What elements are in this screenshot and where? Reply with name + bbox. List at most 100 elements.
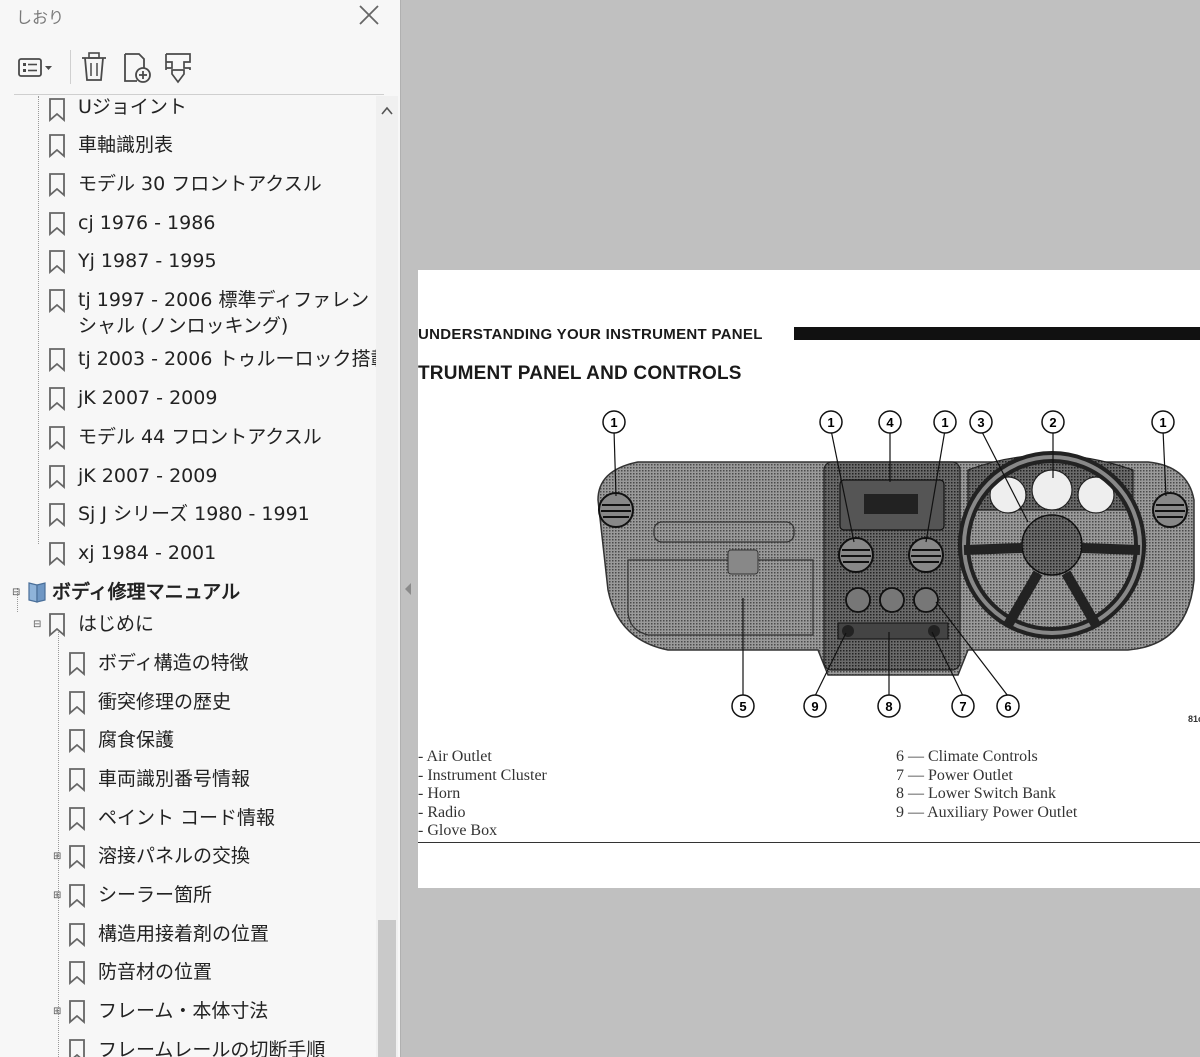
page-divider	[418, 842, 1200, 843]
bookmark-icon	[69, 884, 85, 908]
bookmark-label: ボディ修理マニュアル	[52, 581, 241, 603]
toolbar-separator	[70, 50, 71, 84]
collapse-toggle[interactable]: ⊟	[12, 588, 22, 598]
bookmark-icon	[69, 1039, 85, 1057]
scroll-thumb[interactable]	[378, 920, 396, 1057]
section-header: UNDERSTANDING YOUR INSTRUMENT PANEL	[418, 326, 763, 343]
bookmark-label: モデル 30 フロントアクスル	[78, 173, 322, 195]
expand-toggle[interactable]: ⊞	[53, 1007, 63, 1017]
bookmark-label: 車両識別番号情報	[98, 768, 251, 790]
close-panel-button[interactable]	[356, 2, 382, 28]
callout-8: 8	[877, 694, 901, 718]
collapse-arrow-icon[interactable]	[405, 583, 411, 595]
callout-label: 6	[1004, 699, 1011, 714]
new-bookmark-button[interactable]	[120, 50, 156, 86]
new-bookmark-icon	[124, 53, 151, 83]
bookmark-item[interactable]: cj 1976 - 1986	[0, 208, 376, 244]
panel-splitter[interactable]	[400, 0, 417, 1057]
legend-item: 8 — Lower Switch Bank	[896, 785, 1056, 802]
air-outlet-center-left	[838, 537, 874, 573]
bookmark-tree: Uジョイント 車軸識別表 モデル 30 フロントアクスル cj 1976 - 1…	[0, 96, 376, 1057]
legend-right: 6 — Climate Controls 7 — Power Outlet 8 …	[896, 748, 1077, 822]
bookmark-icon	[49, 98, 65, 122]
bookmark-item[interactable]: ボディ構造の特徴	[0, 648, 376, 684]
delete-bookmark-button[interactable]	[78, 50, 114, 86]
bookmark-item[interactable]: 衝突修理の歴史	[0, 687, 376, 723]
find-current-bookmark-button[interactable]	[160, 50, 196, 86]
bookmark-icon	[69, 729, 85, 753]
bookmark-label: 腐食保護	[98, 729, 175, 751]
bookmark-item[interactable]: 防音材の位置	[0, 957, 376, 993]
callout-9: 9	[803, 694, 827, 718]
bookmark-label: ボディ構造の特徴	[98, 652, 249, 674]
callout-label: 1	[941, 415, 948, 430]
bookmark-label: 車軸識別表	[78, 134, 174, 156]
bookmark-label: ペイント コード情報	[98, 807, 276, 829]
callout-7: 7	[951, 694, 975, 718]
bookmarks-header: しおり	[0, 0, 400, 30]
bookmark-item[interactable]: ペイント コード情報	[0, 803, 376, 839]
bookmark-label: 衝突修理の歴史	[98, 691, 232, 713]
bookmark-scrollbar[interactable]	[376, 96, 398, 1057]
bookmark-item[interactable]: tj 2003 - 2006 トゥルーロック搭載	[0, 344, 376, 380]
legend-left: - Air Outlet - Instrument Cluster - Horn…	[418, 748, 547, 841]
bookmark-label: cj 1976 - 1986	[78, 212, 216, 234]
bookmark-item[interactable]: モデル 30 フロントアクスル	[0, 169, 376, 205]
bookmark-item[interactable]: Uジョイント	[0, 96, 376, 128]
options-menu-button[interactable]	[16, 50, 52, 86]
instrument-panel-diagram: 1 1 4 1 3 2 1 5 9 8 7 6	[597, 410, 1195, 718]
bookmark-label: 溶接パネルの交換	[98, 845, 251, 867]
bookmark-label: シーラー箇所	[98, 884, 213, 906]
callout-2: 2	[1041, 410, 1065, 434]
bookmark-item[interactable]: ⊞ シーラー箇所	[0, 880, 376, 916]
expand-toggle[interactable]: ⊞	[53, 891, 63, 901]
callout-1: 1	[1151, 410, 1175, 434]
bookmark-item[interactable]: Sj J シリーズ 1980 - 1991	[0, 499, 376, 535]
callout-label: 2	[1049, 415, 1056, 430]
callout-5: 5	[731, 694, 755, 718]
bookmark-item[interactable]: 構造用接着剤の位置	[0, 919, 376, 955]
document-viewer: UNDERSTANDING YOUR INSTRUMENT PANEL TRUM…	[416, 0, 1200, 1057]
bookmark-item-introduction[interactable]: ⊟ はじめに	[0, 609, 376, 645]
bookmark-item[interactable]: ⊞ 溶接パネルの交換	[0, 841, 376, 877]
bookmark-icon	[49, 503, 65, 527]
bookmark-item[interactable]: ⊞ フレーム・本体寸法	[0, 996, 376, 1032]
bookmark-item[interactable]: 車両識別番号情報	[0, 764, 376, 800]
panel-title: しおり	[16, 8, 65, 27]
bookmark-label: 防音材の位置	[98, 961, 213, 983]
expand-toggle[interactable]: ⊞	[53, 852, 63, 862]
bookmark-item[interactable]: tj 1997 - 2006 標準ディファレンシャル (ノンロッキング)	[0, 285, 376, 345]
bookmark-item[interactable]: 腐食保護	[0, 725, 376, 761]
collapse-toggle[interactable]: ⊟	[33, 620, 43, 630]
bookmark-label: xj 1984 - 2001	[78, 542, 217, 564]
bookmark-label: Yj 1987 - 1995	[78, 250, 217, 272]
bookmark-label: 構造用接着剤の位置	[98, 923, 270, 945]
legend-item: - Air Outlet	[418, 748, 492, 765]
bookmark-item[interactable]: jK 2007 - 2009	[0, 461, 376, 497]
bookmark-icon	[49, 250, 65, 274]
bookmark-label: モデル 44 フロントアクスル	[78, 426, 322, 448]
chevron-up-icon[interactable]	[380, 104, 394, 118]
bookmark-label: フレーム・本体寸法	[98, 1000, 269, 1022]
legend-item: - Radio	[418, 803, 466, 821]
callout-label: 7	[959, 699, 966, 714]
bookmark-item[interactable]: Yj 1987 - 1995	[0, 246, 376, 282]
bookmark-item[interactable]: 車軸識別表	[0, 130, 376, 166]
bookmark-item[interactable]: jK 2007 - 2009	[0, 383, 376, 419]
bookmark-item-body-repair-manual[interactable]: ⊟ ボディ修理マニュアル	[0, 577, 376, 613]
bookmark-icon	[49, 613, 65, 637]
page-title: TRUMENT PANEL AND CONTROLS	[418, 363, 742, 384]
bookmark-label: Uジョイント	[78, 96, 187, 118]
bookmark-item[interactable]: フレームレールの切断手順	[0, 1035, 376, 1057]
bookmark-item[interactable]: モデル 44 フロントアクスル	[0, 422, 376, 458]
callout-1: 1	[819, 410, 843, 434]
toolbar-divider	[14, 94, 384, 95]
bookmark-icon	[49, 348, 65, 372]
bookmark-icon	[69, 652, 85, 676]
air-outlet-left	[598, 492, 634, 528]
air-outlet-center-right	[908, 537, 944, 573]
bookmark-icon	[49, 134, 65, 158]
bookmark-item[interactable]: xj 1984 - 2001	[0, 538, 376, 574]
callout-3: 3	[969, 410, 993, 434]
legend-item: 9 — Auxiliary Power Outlet	[896, 803, 1078, 821]
